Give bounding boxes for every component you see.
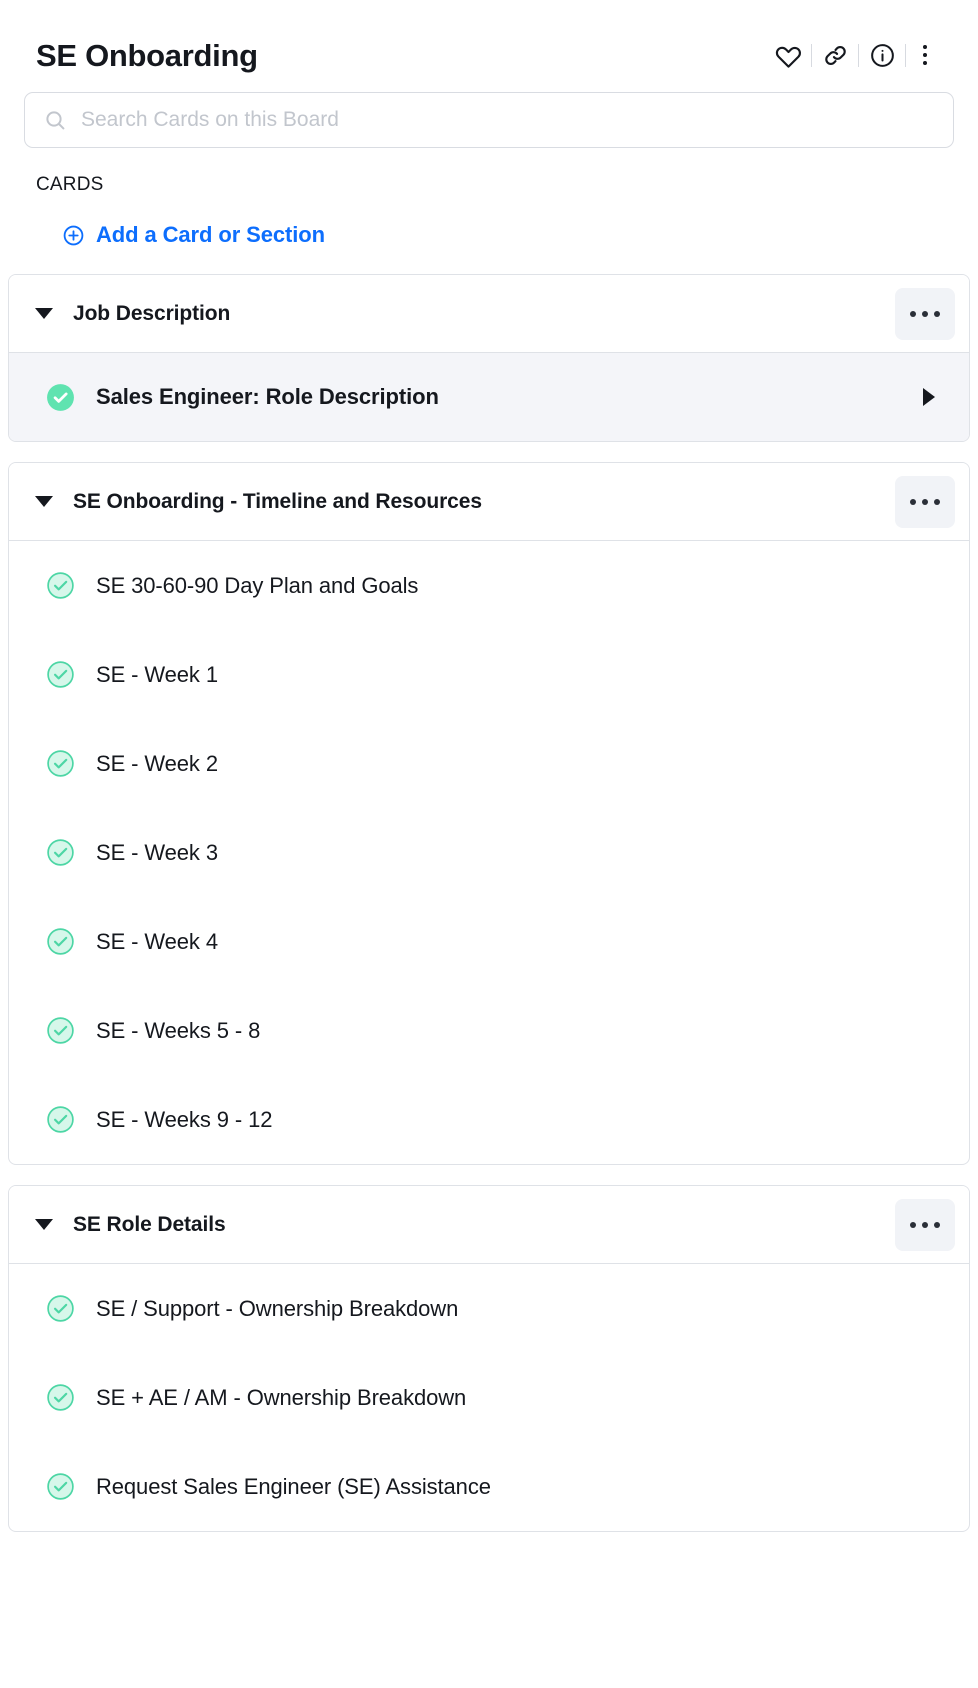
section-title: SE Onboarding - Timeline and Resources bbox=[73, 489, 482, 513]
play-arrow-icon[interactable] bbox=[923, 388, 935, 406]
section-card: Job Description Sales Engineer: Role Desc… bbox=[8, 274, 970, 442]
header-actions bbox=[767, 36, 948, 74]
section-card: SE Role Details SE / Support - Ownership … bbox=[8, 1185, 970, 1532]
card-title: Sales Engineer: Role Description bbox=[96, 384, 439, 409]
card-row[interactable]: SE - Week 4 bbox=[9, 897, 969, 986]
board-page: SE Onboarding Search Cards on this Board… bbox=[0, 0, 978, 1688]
card-title: SE - Week 2 bbox=[96, 750, 218, 776]
section-header[interactable]: Job Description bbox=[9, 275, 969, 352]
card-row-selected[interactable]: Sales Engineer: Role Description bbox=[9, 353, 969, 441]
search-bar bbox=[0, 84, 978, 148]
check-circle-icon[interactable] bbox=[45, 570, 76, 601]
plus-circle-icon bbox=[62, 224, 85, 247]
favorite-icon[interactable] bbox=[767, 36, 809, 74]
card-title: SE - Weeks 5 - 8 bbox=[96, 1017, 261, 1043]
card-title: Request Sales Engineer (SE) Assistance bbox=[96, 1473, 491, 1499]
card-title: SE - Weeks 9 - 12 bbox=[96, 1106, 273, 1132]
search-icon bbox=[43, 108, 67, 132]
check-circle-filled-icon[interactable] bbox=[45, 382, 76, 413]
card-row[interactable]: SE / Support - Ownership Breakdown bbox=[9, 1264, 969, 1353]
section-more-icon[interactable] bbox=[895, 287, 955, 340]
section-title: Job Description bbox=[73, 301, 231, 325]
check-circle-icon[interactable] bbox=[45, 837, 76, 868]
check-circle-icon[interactable] bbox=[45, 926, 76, 957]
section-body: SE / Support - Ownership Breakdown SE + A… bbox=[9, 1263, 969, 1531]
check-circle-icon[interactable] bbox=[45, 1382, 76, 1413]
card-title: SE / Support - Ownership Breakdown bbox=[96, 1295, 459, 1321]
card-title: SE - Week 1 bbox=[96, 661, 218, 687]
card-title: SE 30-60-90 Day Plan and Goals bbox=[96, 572, 419, 598]
section-body: Sales Engineer: Role Description bbox=[9, 352, 969, 441]
check-circle-icon[interactable] bbox=[45, 1471, 76, 1502]
caret-down-icon[interactable] bbox=[35, 308, 53, 319]
add-card-label: Add a Card or Section bbox=[96, 222, 325, 247]
section-header[interactable]: SE Role Details bbox=[9, 1186, 969, 1263]
card-row[interactable]: SE - Week 3 bbox=[9, 808, 969, 897]
info-icon[interactable] bbox=[861, 36, 903, 74]
card-row[interactable]: SE 30-60-90 Day Plan and Goals bbox=[9, 541, 969, 630]
more-options-icon[interactable] bbox=[908, 36, 942, 74]
section-body: SE 30-60-90 Day Plan and Goals SE - Week … bbox=[9, 540, 969, 1164]
header-divider bbox=[905, 43, 906, 67]
section-card: SE Onboarding - Timeline and Resources SE… bbox=[8, 462, 970, 1165]
page-title: SE Onboarding bbox=[36, 37, 258, 73]
card-row[interactable]: Request Sales Engineer (SE) Assistance bbox=[9, 1442, 969, 1531]
header-divider bbox=[858, 43, 859, 67]
card-row[interactable]: SE - Week 1 bbox=[9, 630, 969, 719]
card-title: SE - Week 3 bbox=[96, 839, 218, 865]
check-circle-icon[interactable] bbox=[45, 1104, 76, 1135]
check-circle-icon[interactable] bbox=[45, 1293, 76, 1324]
header-divider bbox=[811, 43, 812, 67]
card-title: SE + AE / AM - Ownership Breakdown bbox=[96, 1384, 467, 1410]
check-circle-icon[interactable] bbox=[45, 748, 76, 779]
caret-down-icon[interactable] bbox=[35, 496, 53, 507]
cards-section-label: CARDS bbox=[36, 174, 104, 195]
section-title: SE Role Details bbox=[73, 1212, 226, 1236]
add-card-or-section-button[interactable]: Add a Card or Section bbox=[0, 196, 325, 248]
search-input[interactable] bbox=[81, 108, 935, 132]
caret-down-icon[interactable] bbox=[35, 1219, 53, 1230]
card-row[interactable]: SE - Weeks 9 - 12 bbox=[9, 1075, 969, 1164]
card-row[interactable]: SE - Week 2 bbox=[9, 719, 969, 808]
card-row[interactable]: SE - Weeks 5 - 8 bbox=[9, 986, 969, 1075]
check-circle-icon[interactable] bbox=[45, 1015, 76, 1046]
sections-list: Job Description Sales Engineer: Role Desc… bbox=[0, 248, 978, 1532]
card-row[interactable]: SE + AE / AM - Ownership Breakdown bbox=[9, 1353, 969, 1442]
section-more-icon[interactable] bbox=[895, 475, 955, 528]
board-header: SE Onboarding bbox=[0, 0, 978, 84]
link-icon[interactable] bbox=[814, 36, 856, 74]
check-circle-icon[interactable] bbox=[45, 659, 76, 690]
section-more-icon[interactable] bbox=[895, 1198, 955, 1251]
search-box[interactable] bbox=[24, 92, 954, 148]
section-header[interactable]: SE Onboarding - Timeline and Resources bbox=[9, 463, 969, 540]
card-title: SE - Week 4 bbox=[96, 928, 218, 954]
